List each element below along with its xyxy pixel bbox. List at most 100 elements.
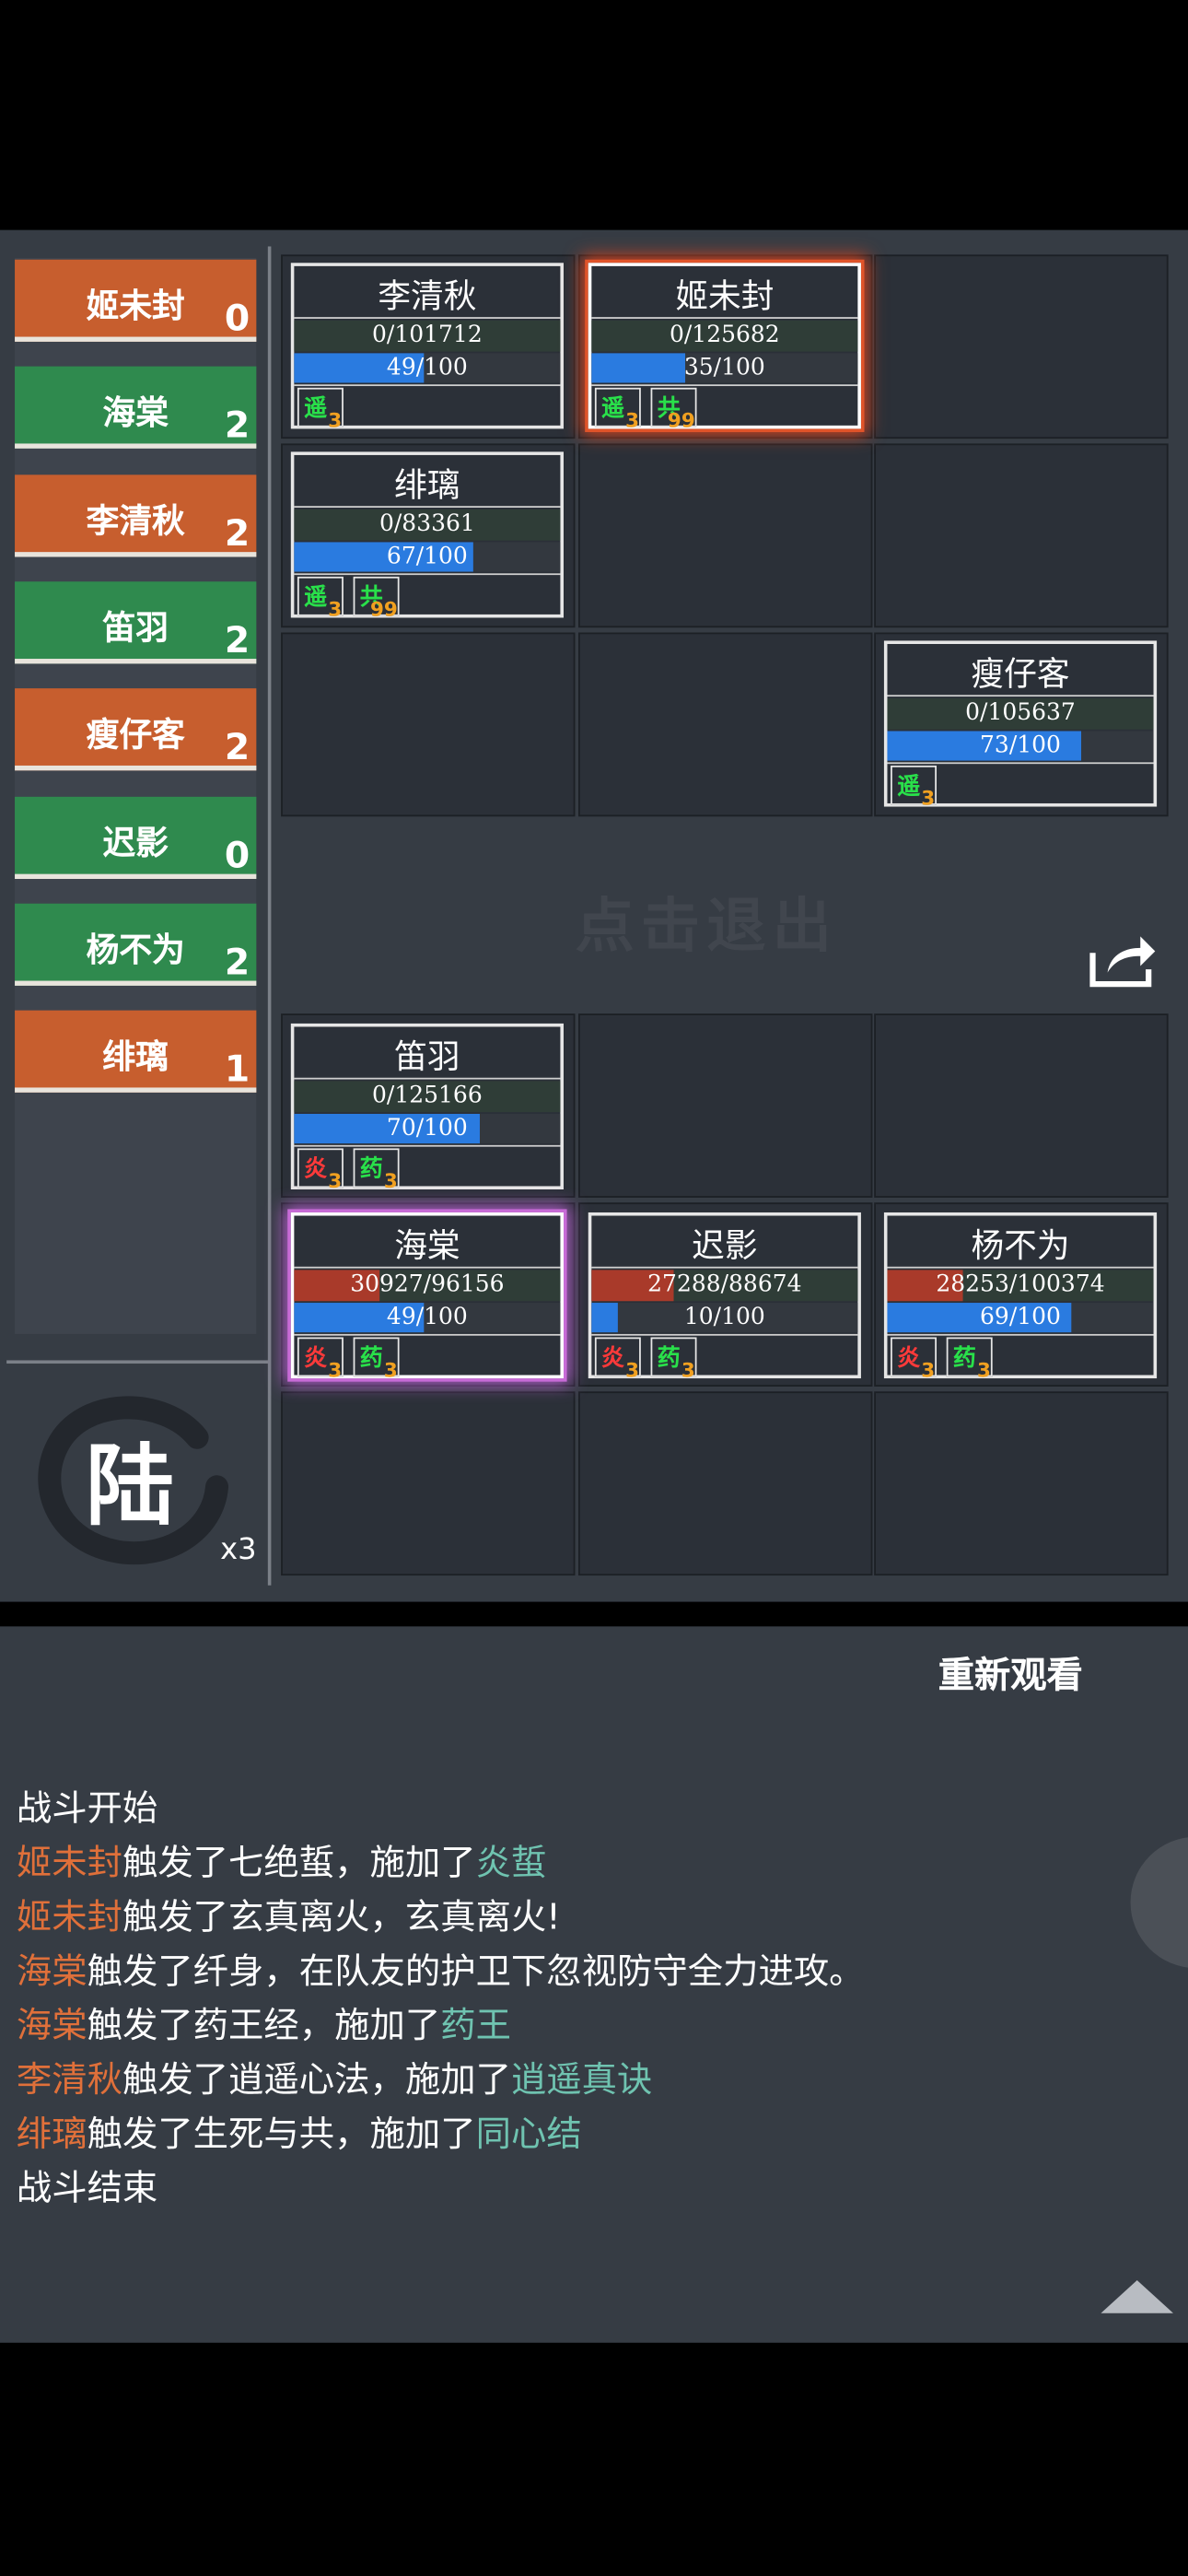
grid-cell[interactable] [874, 1391, 1169, 1576]
unit-card[interactable]: 海棠 30927/96156 49/100 炎 3 药 3 [290, 1212, 564, 1382]
divider [294, 506, 561, 508]
hp-value: 27288/88674 [647, 1271, 802, 1298]
unit-name: 姬未封 [675, 275, 775, 316]
buff-char: 药 [359, 1156, 383, 1183]
scroll-up-icon[interactable] [1101, 2280, 1173, 2313]
mp-value: 73/100 [980, 732, 1061, 759]
buff-icon: 炎3 [891, 1337, 938, 1382]
log-effect: 炎蜇 [475, 1843, 547, 1885]
log-actor: 李清秋 [16, 2060, 122, 2102]
buff-char: 遥 [304, 395, 328, 423]
buff-stack: 3 [328, 1358, 343, 1382]
buff-icon: 炎3 [594, 1337, 641, 1382]
grid-cell[interactable] [874, 443, 1169, 628]
hp-value: 30927/96156 [350, 1271, 505, 1298]
sidebar-item[interactable]: 笛羽 2 [15, 581, 257, 664]
log-line: 姬未封触发了玄真离火，玄真离火! [17, 1891, 865, 1945]
log-text: 触发了药王经，施加了 [87, 2006, 441, 2047]
mp-bar: 67/100 [294, 542, 561, 572]
mp-value: 67/100 [386, 544, 468, 570]
grid-cell[interactable] [577, 632, 872, 817]
buff-stack: 3 [921, 1358, 936, 1382]
unit-name: 海棠 [394, 1225, 460, 1266]
sidebar-item-count: 1 [224, 1049, 250, 1092]
hp-value: 0/125682 [669, 322, 780, 349]
grid-cell[interactable] [577, 443, 872, 628]
ally-grid: 笛羽 0/125166 70/100 炎 3 药 3 海棠 30927/96156 49/100 炎… [281, 1013, 1170, 1577]
enemy-grid: 李清秋 0/101712 49/100 遥 3 姬未封 0/125682 35/100 遥 3 共 9… [281, 254, 1170, 818]
unit-card[interactable]: 杨不为 28253/100374 69/100 炎 3 药 3 [883, 1212, 1158, 1382]
buff-char: 遥 [897, 773, 921, 801]
sidebar-item[interactable]: 杨不为 2 [15, 903, 257, 986]
share-icon[interactable] [1088, 930, 1157, 989]
sidebar-item[interactable]: 姬未封 0 [15, 259, 257, 342]
hp-bar: 0/125682 [591, 320, 858, 352]
grid-cell[interactable] [874, 1013, 1169, 1198]
buff-stack: 3 [383, 1358, 398, 1382]
hp-bar: 0/101712 [294, 320, 561, 352]
mp-bar: 35/100 [591, 353, 858, 383]
grid-cell[interactable] [874, 254, 1169, 439]
divider [294, 1266, 561, 1269]
log-text: 触发了纤身，在队友的护卫下忽视防守全力进攻。 [87, 1951, 865, 1993]
unit-card[interactable]: 迟影 27288/88674 10/100 炎 3 药 3 [588, 1212, 861, 1382]
exit-hint[interactable]: 点击退出 [575, 879, 838, 965]
sidebar-item-label: 杨不为 [86, 929, 185, 969]
buff-stack: 3 [328, 1169, 343, 1193]
sidebar-item-count: 2 [224, 943, 250, 984]
divider [887, 762, 1154, 765]
mp-bar: 70/100 [294, 1113, 561, 1144]
sidebar-item-label: 笛羽 [102, 607, 169, 648]
mp-bar: 69/100 [887, 1303, 1154, 1333]
mp-bar: 10/100 [591, 1303, 858, 1333]
buff-icon: 遥3 [594, 387, 641, 432]
hp-value: 0/125166 [372, 1083, 483, 1109]
log-actor: 绯璃 [16, 2113, 87, 2156]
sidebar-item-label: 迟影 [102, 822, 169, 862]
sidebar-item[interactable]: 瘦仔客 2 [15, 688, 257, 771]
divider [294, 1077, 561, 1080]
sidebar-item[interactable]: 绯璃 1 [15, 1010, 257, 1093]
sidebar-item-count: 0 [224, 835, 250, 877]
buff-stack: 99 [369, 598, 398, 622]
buff-char: 炎 [601, 1345, 625, 1372]
unit-card[interactable]: 绯璃 0/83361 67/100 遥 3 共 99 [290, 451, 564, 621]
grid-cell[interactable] [577, 1013, 872, 1198]
unit-name: 李清秋 [378, 275, 477, 316]
mp-value: 70/100 [386, 1115, 468, 1142]
log-line: 海棠触发了纤身，在队友的护卫下忽视防守全力进攻。 [17, 1945, 865, 1999]
buff-char: 遥 [601, 395, 625, 423]
grid-cell[interactable] [577, 1391, 872, 1576]
unit-card[interactable]: 笛羽 0/125166 70/100 炎 3 药 3 [290, 1023, 564, 1193]
mp-bar: 49/100 [294, 353, 561, 383]
sidebar-item-count: 2 [224, 513, 250, 555]
sidebar-item-label: 绯璃 [102, 1036, 169, 1077]
log-actor: 姬未封 [16, 1897, 122, 1939]
mp-value: 69/100 [980, 1304, 1061, 1331]
mp-value: 49/100 [386, 355, 468, 381]
buff-stack: 99 [667, 409, 695, 432]
unit-card[interactable]: 瘦仔客 0/105637 73/100 遥 3 [883, 640, 1158, 810]
log-effect: 逍遥真诀 [510, 2060, 653, 2102]
buff-stack: 3 [681, 1358, 695, 1382]
sidebar-item[interactable]: 海棠 2 [15, 367, 257, 450]
divider [294, 1333, 561, 1336]
buff-stack: 3 [383, 1169, 398, 1193]
mp-value: 10/100 [683, 1304, 765, 1331]
replay-button[interactable]: 重新观看 [938, 1646, 1083, 1699]
log-line: 绯璃触发了生死与共，施加了同心结 [17, 2108, 865, 2162]
sidebar-item[interactable]: 迟影 0 [15, 795, 257, 879]
grid-cell[interactable] [281, 1391, 576, 1576]
log-line: 战斗结束 [16, 2168, 158, 2210]
unit-card[interactable]: 姬未封 0/125682 35/100 遥 3 共 99 [588, 263, 861, 432]
sidebar-item[interactable]: 李清秋 2 [15, 474, 257, 556]
buff-icon: 药3 [650, 1337, 697, 1382]
sidebar-item-label: 李清秋 [86, 500, 185, 540]
buff-char: 炎 [304, 1345, 328, 1372]
log-effect: 同心结 [475, 2113, 582, 2156]
unit-card[interactable]: 李清秋 0/101712 49/100 遥 3 [290, 263, 564, 432]
speed-toggle[interactable]: x3 [220, 1533, 256, 1567]
grid-cell[interactable] [281, 632, 576, 817]
hp-bar: 30927/96156 [294, 1270, 561, 1302]
hp-value: 0/83361 [379, 510, 475, 538]
